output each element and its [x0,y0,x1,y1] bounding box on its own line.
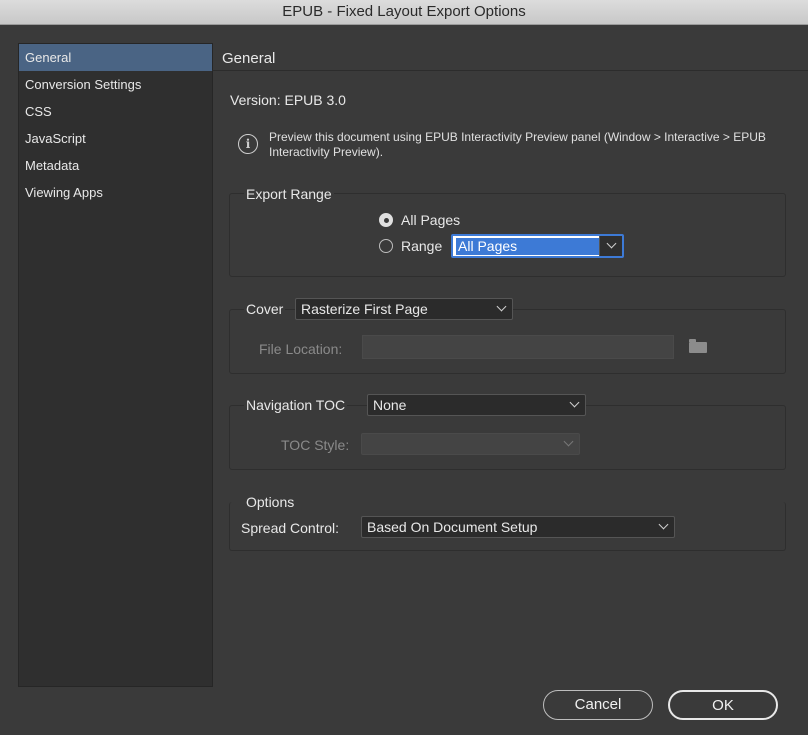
sidebar-item-javascript[interactable]: JavaScript [19,125,212,152]
cover-select-value: Rasterize First Page [301,301,428,317]
sidebar-item-viewing-apps[interactable]: Viewing Apps [19,179,212,206]
toc-style-select [361,433,580,455]
range-select[interactable]: All Pages [451,234,624,258]
range-select-value[interactable]: All Pages [456,238,600,255]
sidebar-item-general[interactable]: General [19,44,212,71]
chevron-down-icon [658,519,669,530]
range-label[interactable]: Range [401,238,442,254]
navigation-toc-label: Navigation TOC [244,397,348,413]
ok-button[interactable]: OK [668,690,778,720]
window-title-bar: EPUB - Fixed Layout Export Options [0,0,808,25]
spread-control-label: Spread Control: [241,520,340,536]
header-divider [212,70,808,71]
chevron-down-icon [606,238,617,249]
file-location-label: File Location: [259,341,343,357]
spread-control-value: Based On Document Setup [367,519,538,535]
cancel-button[interactable]: Cancel [543,690,653,720]
sidebar-item-metadata[interactable]: Metadata [19,152,212,179]
sidebar-item-conversion-settings[interactable]: Conversion Settings [19,71,212,98]
options-legend: Options [244,494,297,510]
window-title: EPUB - Fixed Layout Export Options [282,3,526,20]
sidebar: General Conversion Settings CSS JavaScri… [18,43,213,687]
info-text: Preview this document using EPUB Interac… [269,130,766,159]
sidebar-item-css[interactable]: CSS [19,98,212,125]
file-location-field [362,335,674,359]
cover-select[interactable]: Rasterize First Page [295,298,513,320]
range-radio[interactable] [379,239,393,253]
spread-control-select[interactable]: Based On Document Setup [361,516,675,538]
navigation-toc-value: None [373,397,407,413]
chevron-down-icon [496,301,507,312]
chevron-down-icon [569,397,580,408]
folder-icon[interactable] [689,339,707,353]
version-label: Version: EPUB 3.0 [230,92,346,108]
cover-label: Cover [244,301,286,317]
toc-style-label: TOC Style: [281,437,350,453]
all-pages-radio[interactable] [379,213,393,227]
chevron-down-icon [563,436,574,447]
range-dropdown-button[interactable] [599,236,622,256]
all-pages-label[interactable]: All Pages [401,212,460,228]
section-title: General [222,50,276,67]
export-range-legend: Export Range [244,186,334,202]
navigation-toc-select[interactable]: None [367,394,586,416]
info-icon: i [238,134,258,154]
